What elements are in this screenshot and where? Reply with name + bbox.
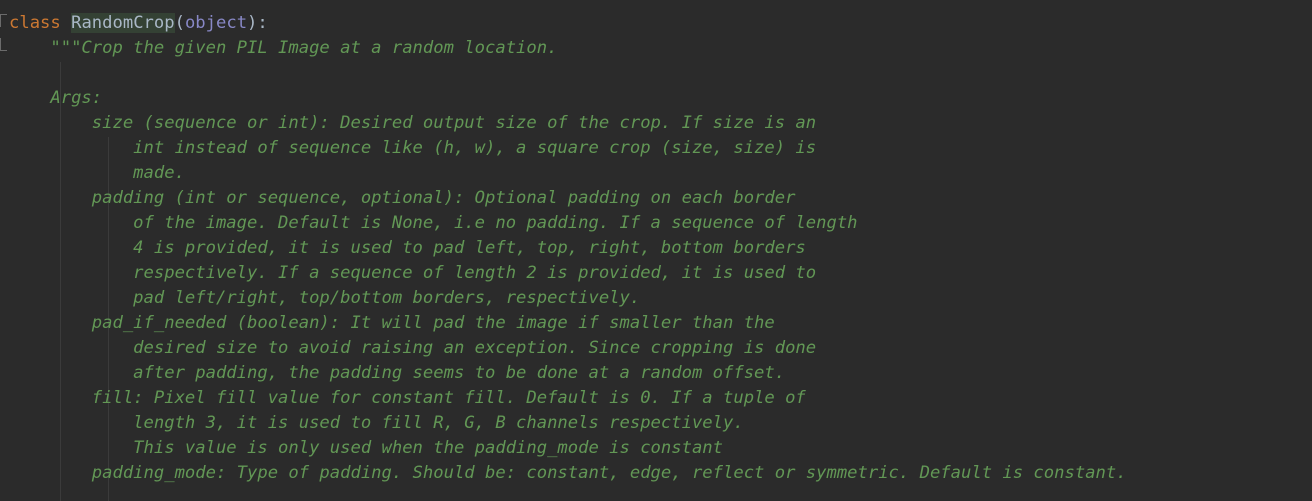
docstring-line: fill: Pixel fill value for constant fill… bbox=[9, 388, 806, 408]
class-definition-line[interactable]: class RandomCrop(object): bbox=[9, 11, 268, 36]
docstring-line: after padding, the padding seems to be d… bbox=[9, 363, 786, 383]
docstring-line: int instead of sequence like (h, w), a s… bbox=[9, 138, 817, 158]
class-name: RandomCrop bbox=[71, 13, 175, 33]
paren-open: ( bbox=[174, 13, 185, 33]
fold-collapse-icon[interactable] bbox=[0, 14, 8, 28]
docstring-line: size (sequence or int): Desired output s… bbox=[9, 113, 817, 133]
code-editor[interactable]: class RandomCrop(object): """Crop the gi… bbox=[0, 0, 1312, 501]
paren-close: ): bbox=[247, 13, 268, 33]
docstring-line: Args: bbox=[9, 88, 103, 108]
docstring-line: of the image. Default is None, i.e no pa… bbox=[9, 213, 858, 233]
docstring-line: pad left/right, top/bottom borders, resp… bbox=[9, 288, 641, 308]
docstring-line: desired size to avoid raising an excepti… bbox=[9, 338, 817, 358]
docstring-line: 4 is provided, it is used to pad left, t… bbox=[9, 238, 806, 258]
base-class: object bbox=[184, 13, 248, 33]
docstring-line: respectively. If a sequence of length 2 … bbox=[9, 263, 817, 283]
docstring-line: length 3, it is used to fill R, G, B cha… bbox=[9, 413, 744, 433]
docstring-line: made. bbox=[9, 163, 185, 183]
fold-collapse-icon[interactable] bbox=[0, 38, 8, 52]
docstring-line: pad_if_needed (boolean): It will pad the… bbox=[9, 313, 775, 333]
docstring-line: """Crop the given PIL Image at a random … bbox=[9, 38, 558, 58]
docstring-line: padding_mode: Type of padding. Should be… bbox=[9, 463, 1127, 483]
class-keyword: class bbox=[9, 13, 61, 33]
docstring-line: This value is only used when the padding… bbox=[9, 438, 723, 458]
docstring-line: padding (int or sequence, optional): Opt… bbox=[9, 188, 796, 208]
